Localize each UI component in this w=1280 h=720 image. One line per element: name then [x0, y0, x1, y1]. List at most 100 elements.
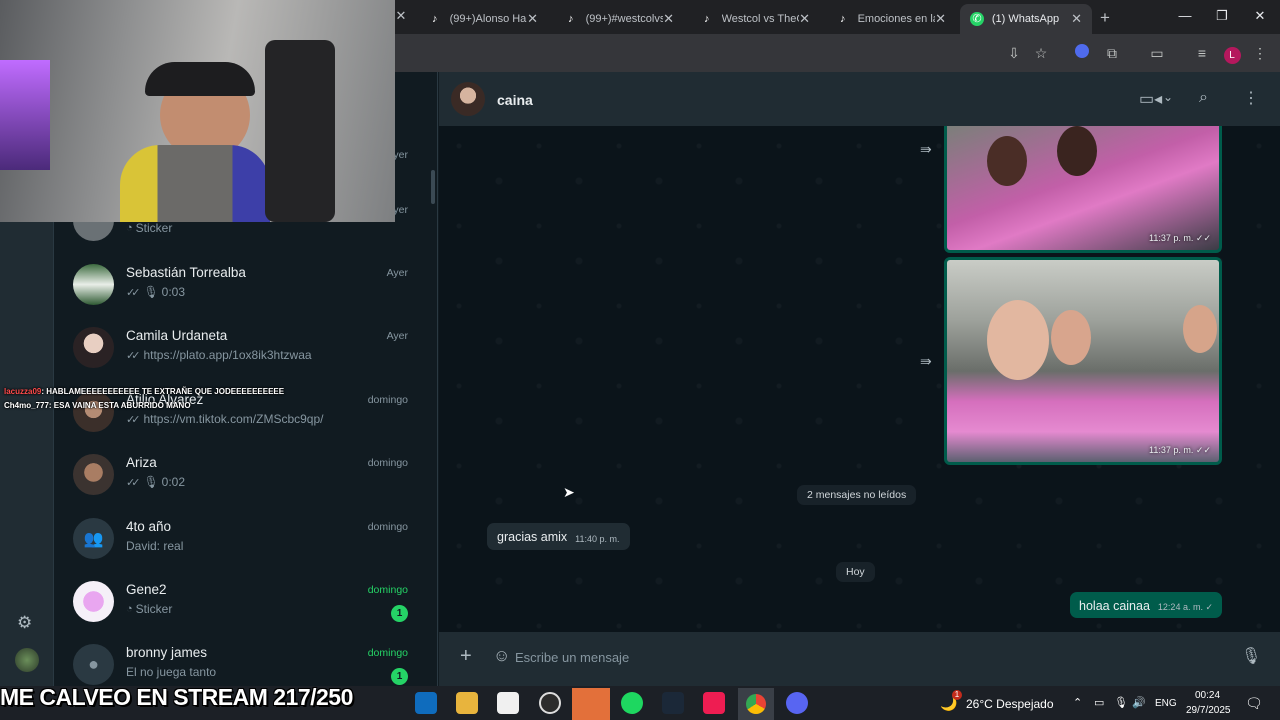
browser-tab[interactable]: ♪ (99+)Alonso Hab ✕ — [418, 4, 548, 34]
extension-icon[interactable] — [1072, 44, 1092, 62]
unread-badge: 1 — [391, 605, 408, 622]
browser-tab[interactable]: ♪ Emociones en la ✕ — [826, 4, 956, 34]
photo — [1183, 305, 1217, 353]
discord-icon[interactable] — [786, 692, 808, 714]
stream-goal-banner: ME CALVEO EN STREAM 217/250 — [0, 684, 353, 710]
settings-gear-icon[interactable]: ⚙ — [17, 613, 32, 633]
group-avatar-icon: 👥 — [73, 518, 114, 559]
language-indicator[interactable]: ENG — [1155, 698, 1177, 709]
battery-icon[interactable]: ▭ — [1094, 696, 1104, 709]
attach-plus-icon[interactable]: + — [460, 645, 472, 668]
chat-name: bronny james — [126, 645, 208, 660]
outgoing-message[interactable]: holaa cainaa 12:24 a. m. ✓ — [1070, 592, 1222, 618]
close-tab-icon[interactable]: ✕ — [663, 11, 674, 27]
chat-preview: El no juega tanto — [126, 665, 216, 679]
side-panel-icon[interactable]: ▭ — [1147, 44, 1167, 62]
obs-icon[interactable] — [572, 688, 610, 720]
emoji-icon[interactable]: ☺ — [493, 646, 510, 666]
photo — [987, 300, 1049, 380]
contact-avatar — [73, 391, 114, 432]
contact-avatar — [73, 327, 114, 368]
minimize-icon[interactable]: — — [1175, 8, 1195, 23]
chrome-icon[interactable] — [738, 688, 774, 720]
video-call-icon[interactable]: ▭◂ — [1139, 89, 1162, 109]
bookmark-star-icon[interactable]: ☆ — [1031, 44, 1051, 62]
volume-icon[interactable]: 🔊 — [1132, 696, 1146, 709]
read-ticks-icon: ✓✓ — [126, 413, 141, 426]
forward-icon[interactable]: ⇛ — [920, 141, 936, 157]
tab-label: (1) WhatsApp — [991, 13, 1060, 25]
chevron-up-icon[interactable]: ⌃ — [1073, 696, 1082, 709]
app-icon[interactable] — [539, 692, 561, 714]
mic-tray-icon[interactable]: 🎙 — [1114, 696, 1128, 709]
chat-name: Sebastián Torrealba — [126, 265, 246, 280]
close-tab-icon[interactable]: ✕ — [527, 11, 538, 27]
image-message[interactable]: 11:37 p. m. ✓✓ — [944, 257, 1222, 465]
chat-list-item[interactable]: 👥 4to año domingo David: real — [54, 512, 438, 575]
tiktok-icon[interactable] — [703, 692, 725, 714]
clock-date[interactable]: 29/7/2025 — [1186, 705, 1231, 716]
close-tab-icon[interactable]: ✕ — [1071, 11, 1082, 27]
whatsapp-icon: ✆ — [970, 12, 984, 26]
contact-avatar — [73, 454, 114, 495]
menu-icon[interactable]: ⋮ — [1243, 88, 1259, 108]
user-avatar[interactable] — [15, 648, 39, 672]
message-input[interactable] — [515, 643, 1225, 671]
browser-menu-icon[interactable]: ⋮ — [1250, 44, 1270, 62]
day-divider: Hoy — [836, 562, 875, 582]
sticker-icon: ◔ — [126, 222, 133, 234]
read-ticks-icon: ✓✓ — [126, 476, 141, 489]
chat-list-item[interactable]: Camila Urdaneta Ayer ✓✓ https://plato.ap… — [54, 321, 438, 384]
tiktok-icon: ♪ — [432, 13, 438, 25]
incoming-message[interactable]: gracias amix 11:40 p. m. — [487, 523, 630, 550]
new-tab-button[interactable]: + — [1100, 8, 1110, 28]
forward-icon[interactable]: ⇛ — [920, 353, 936, 369]
chat-time: domingo — [367, 394, 408, 406]
close-tab-icon[interactable]: ✕ — [799, 11, 810, 27]
contact-avatar[interactable] — [451, 82, 485, 116]
photo — [1051, 310, 1091, 365]
unread-divider: 2 mensajes no leídos — [797, 485, 917, 505]
chat-list-item[interactable]: Gene2 domingo ◔ Sticker 1 — [54, 575, 438, 638]
chat-preview: ✓✓ 🎙 0:02 — [126, 475, 185, 489]
rgb-light — [0, 60, 50, 170]
stream-chat-text: : HABLAMEEEEEEEEEEE TE EXTRAÑE QUE JODEE… — [41, 387, 285, 396]
contact-name[interactable]: caina — [497, 92, 533, 108]
chat-preview: ✓✓ https://vm.tiktok.com/ZMScbc9qp/ — [126, 412, 324, 426]
preview-text: David: real — [126, 539, 184, 553]
tab-label: Emociones en la — [857, 13, 936, 25]
install-app-icon[interactable]: ⇩ — [1004, 44, 1024, 62]
stream-chat-user: Ch4mo_777 — [4, 401, 49, 410]
weather-text[interactable]: 26°C Despejado — [966, 697, 1054, 711]
close-window-icon[interactable]: ✕ — [1250, 8, 1270, 24]
spotify-icon[interactable] — [621, 692, 643, 714]
media-controls-icon[interactable]: ≡ — [1192, 44, 1212, 62]
file-explorer-icon[interactable] — [456, 692, 478, 714]
stream-chat-text: : ESA VAINA ESTA ABURRIDO MANO — [48, 401, 191, 410]
preview-text: https://vm.tiktok.com/ZMScbc9qp/ — [143, 412, 324, 426]
browser-tab-active[interactable]: ✆ (1) WhatsApp ✕ — [960, 4, 1092, 34]
tiktok-icon: ♪ — [568, 13, 574, 25]
chat-preview: ✓✓ 🎙 0:03 — [126, 285, 185, 299]
search-icon[interactable]: ⌕ — [1199, 89, 1208, 107]
browser-tab[interactable]: ♪ Westcol vs TheGr ✕ — [690, 4, 820, 34]
chevron-down-icon[interactable]: ⌄ — [1163, 90, 1173, 104]
maximize-icon[interactable]: ❐ — [1212, 8, 1232, 24]
browser-tab[interactable]: ♪ (99+)#westcolvs ✕ — [554, 4, 684, 34]
clock-time[interactable]: 00:24 — [1195, 690, 1220, 701]
read-ticks-icon: ✓✓ — [126, 349, 141, 362]
chat-list-item[interactable]: Sebastián Torrealba Ayer ✓✓ 🎙 0:03 — [54, 258, 438, 321]
steam-icon[interactable] — [662, 692, 684, 714]
image-message[interactable]: 11:37 p. m. ✓✓ — [944, 126, 1222, 253]
notifications-icon[interactable]: 🗨 — [1245, 695, 1263, 712]
conversation-header[interactable]: caina ▭◂ ⌄ ⌕ ⋮ — [439, 72, 1280, 126]
chat-list-item[interactable]: Ariza domingo ✓✓ 🎙 0:02 — [54, 448, 438, 511]
profile-avatar[interactable]: L — [1222, 44, 1242, 64]
streamer-body — [120, 145, 270, 222]
outlook-icon[interactable] — [415, 692, 437, 714]
message-time: 12:24 a. m. ✓ — [1157, 602, 1213, 612]
store-icon[interactable] — [497, 692, 519, 714]
microphone-icon[interactable]: 🎙 — [1241, 646, 1261, 666]
close-tab-icon[interactable]: ✕ — [935, 11, 946, 27]
puzzle-icon[interactable]: ⧉ — [1102, 44, 1122, 62]
